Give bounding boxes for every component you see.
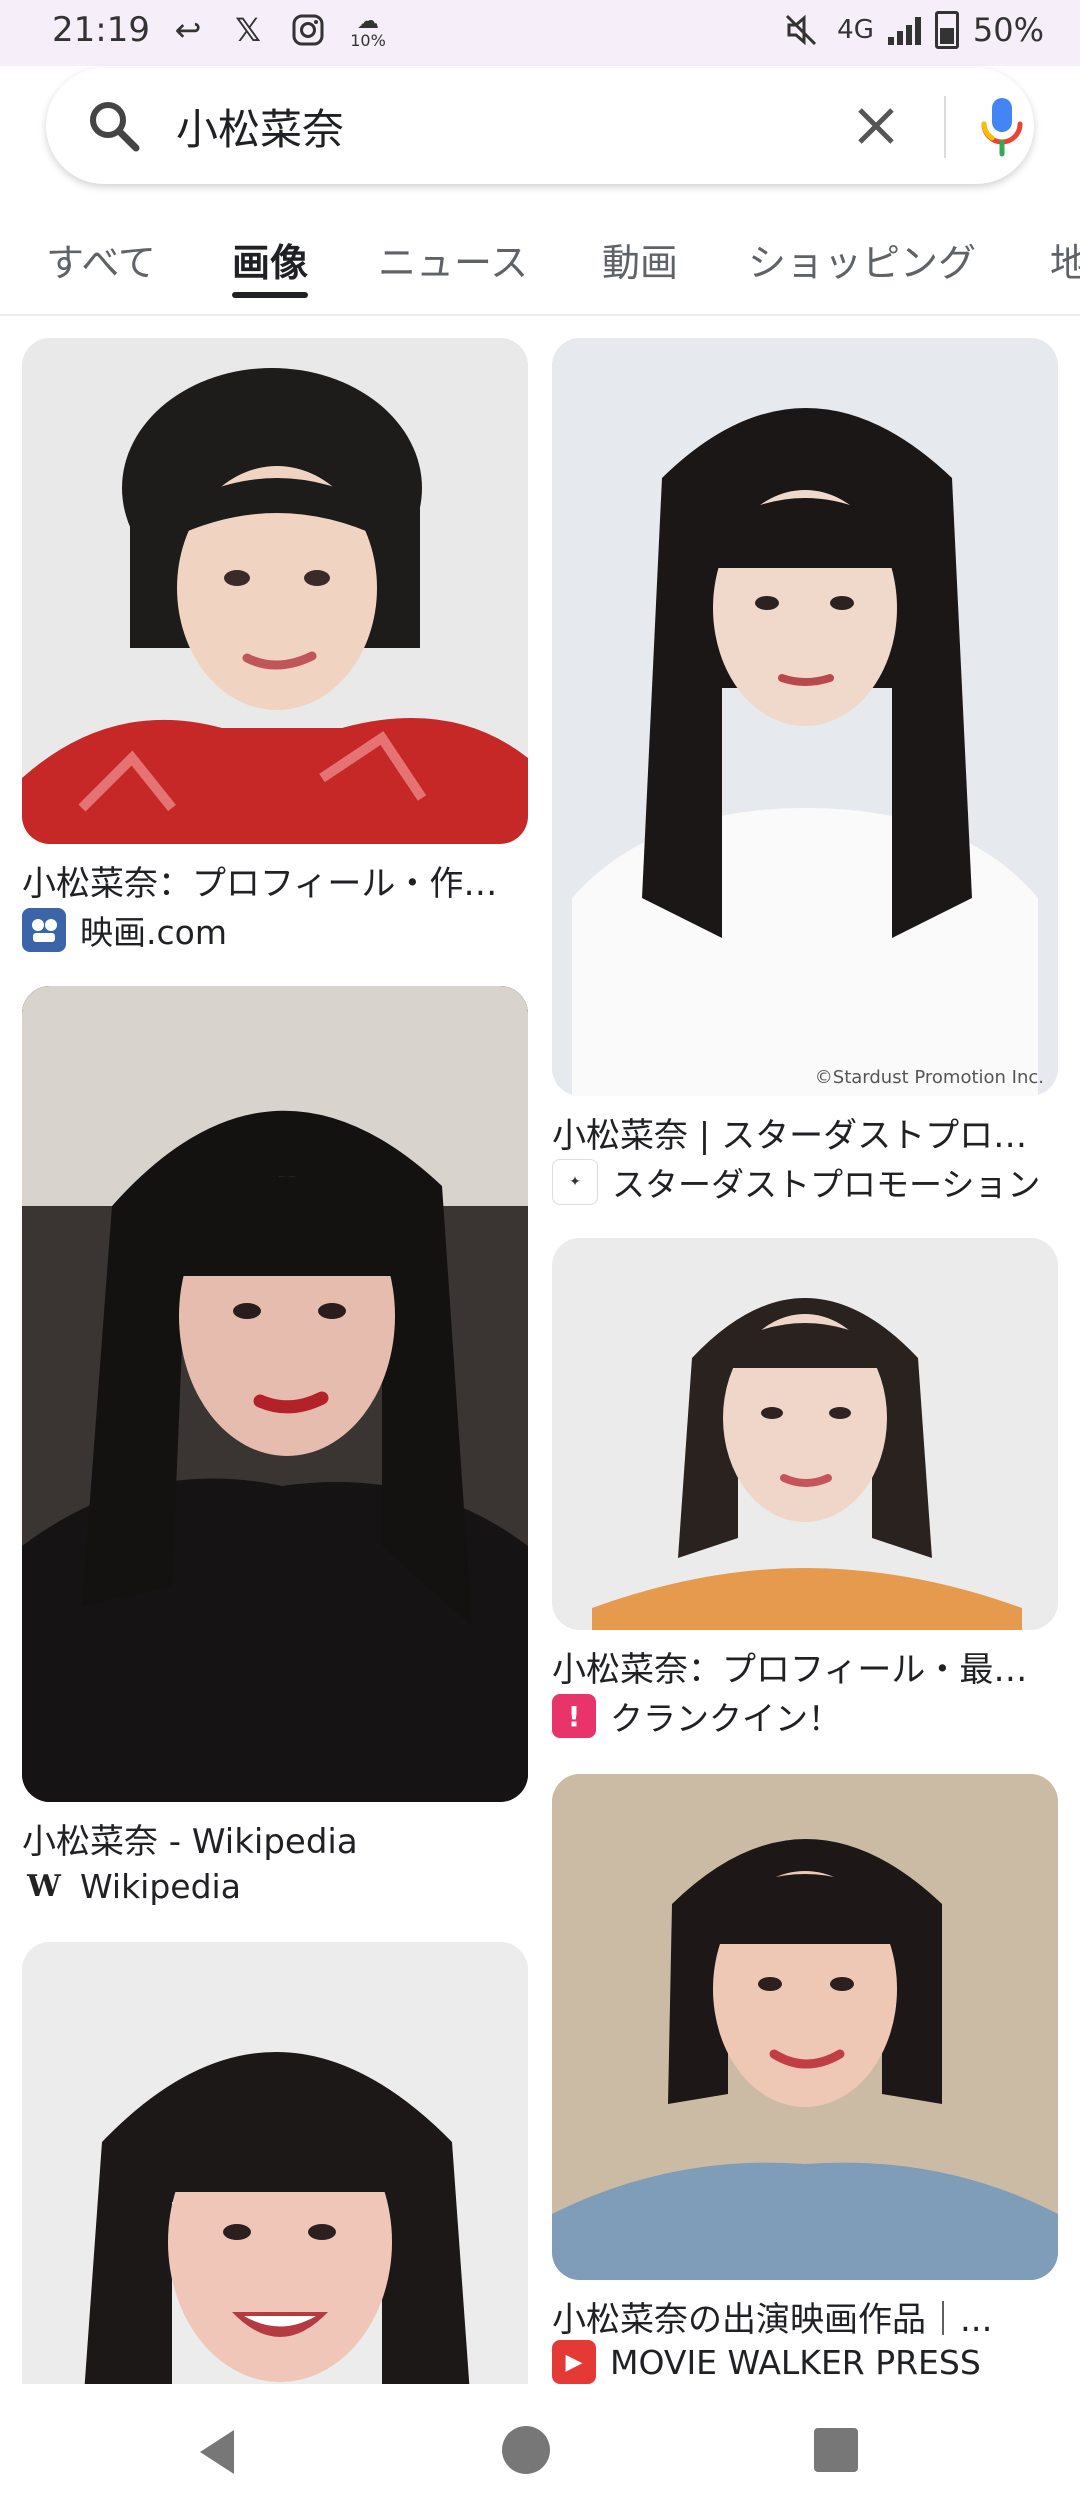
source-name: Wikipedia (80, 1866, 241, 1906)
stardust-logo-icon: ✦ (552, 1159, 598, 1205)
result-title[interactable]: 小松菜奈：プロフィール・最新... (552, 1642, 1058, 1691)
eiga-com-icon (22, 908, 66, 952)
status-time: 21:19 (52, 10, 150, 50)
result-source[interactable]: 映画.com (22, 906, 227, 954)
image-result[interactable]: 小松菜奈 - Wikipedia W Wikipedia (22, 986, 528, 1908)
result-source[interactable]: ! クランクイン！ (552, 1692, 841, 1740)
mic-icon[interactable] (966, 90, 1038, 162)
source-name: クランクイン！ (610, 1699, 841, 1738)
battery-level: 50% (972, 11, 1044, 49)
result-image[interactable] (22, 986, 528, 1802)
result-source[interactable]: ✦ スターダストプロモーション (552, 1158, 1040, 1206)
clear-icon[interactable] (846, 96, 906, 156)
tab-maps[interactable]: 地 (1050, 232, 1080, 287)
search-tabs: すべて 画像 ニュース 動画 ショッピング 地 (0, 214, 1080, 316)
tab-all[interactable]: すべて (46, 232, 156, 287)
watermark-text: ©Stardust Promotion Inc. (814, 1067, 1044, 1088)
system-nav-bar (0, 2384, 1080, 2520)
image-result[interactable]: 小松菜奈：プロフィール・作品... 映画.com (22, 338, 528, 958)
instagram-icon (286, 8, 330, 52)
source-name: MOVIE WALKER PRESS (610, 2342, 981, 2382)
result-title[interactable]: 小松菜奈 | スターダストプロモ... (552, 1108, 1058, 1157)
tab-images[interactable]: 画像 (232, 232, 308, 287)
result-image[interactable] (22, 338, 528, 844)
cloud-upload-icon: ☁ 10% (350, 9, 386, 50)
tab-news[interactable]: ニュース (378, 232, 528, 287)
reply-icon: ↩ (174, 11, 202, 49)
mute-icon (779, 8, 823, 52)
tab-shopping[interactable]: ショッピング (748, 232, 976, 287)
search-icon[interactable] (84, 96, 144, 156)
signal-icon (887, 15, 921, 45)
back-icon[interactable] (190, 2422, 250, 2482)
search-divider (944, 96, 946, 158)
crank-in-icon: ! (552, 1694, 596, 1738)
image-result[interactable]: 小松菜奈の出演映画作品｜... ▶ MOVIE WALKER PRESS (552, 1774, 1058, 2384)
image-result[interactable]: 小松菜奈：プロフィール・最新... ! クランクイン！ (552, 1238, 1058, 1738)
result-source[interactable]: W Wikipedia (22, 1864, 241, 1908)
home-icon[interactable] (502, 2426, 550, 2474)
result-title[interactable]: 小松菜奈の出演映画作品｜... (552, 2292, 1058, 2341)
movie-walker-icon: ▶ (552, 2340, 596, 2384)
result-image[interactable] (552, 1774, 1058, 2280)
result-title[interactable]: 小松菜奈 - Wikipedia (22, 1814, 528, 1863)
image-result[interactable] (22, 1942, 528, 2384)
tab-videos[interactable]: 動画 (602, 232, 678, 287)
search-bar[interactable]: 小松菜奈 (46, 68, 1034, 184)
search-input[interactable]: 小松菜奈 (176, 90, 816, 162)
cloud-percent: 10% (350, 31, 386, 50)
wikipedia-icon: W (22, 1864, 66, 1908)
result-image[interactable]: ©Stardust Promotion Inc. (552, 338, 1058, 1096)
source-name: スターダストプロモーション (612, 1165, 1041, 1204)
image-result[interactable]: ©Stardust Promotion Inc. 小松菜奈 | スターダストプロ… (552, 338, 1058, 1206)
battery-icon (934, 11, 959, 49)
source-name: 映画.com (80, 913, 227, 952)
network-type: 4G (837, 15, 874, 45)
result-image[interactable] (22, 1942, 528, 2384)
status-bar: 21:19 ↩ 𝕏 ☁ 10% 4G 50% (0, 0, 1080, 66)
recent-apps-icon[interactable] (814, 2428, 858, 2472)
result-source[interactable]: ▶ MOVIE WALKER PRESS (552, 2340, 981, 2384)
active-tab-indicator (232, 292, 308, 298)
result-image[interactable] (552, 1238, 1058, 1630)
x-logo-icon: 𝕏 (235, 11, 261, 49)
result-title[interactable]: 小松菜奈：プロフィール・作品... (22, 856, 528, 905)
